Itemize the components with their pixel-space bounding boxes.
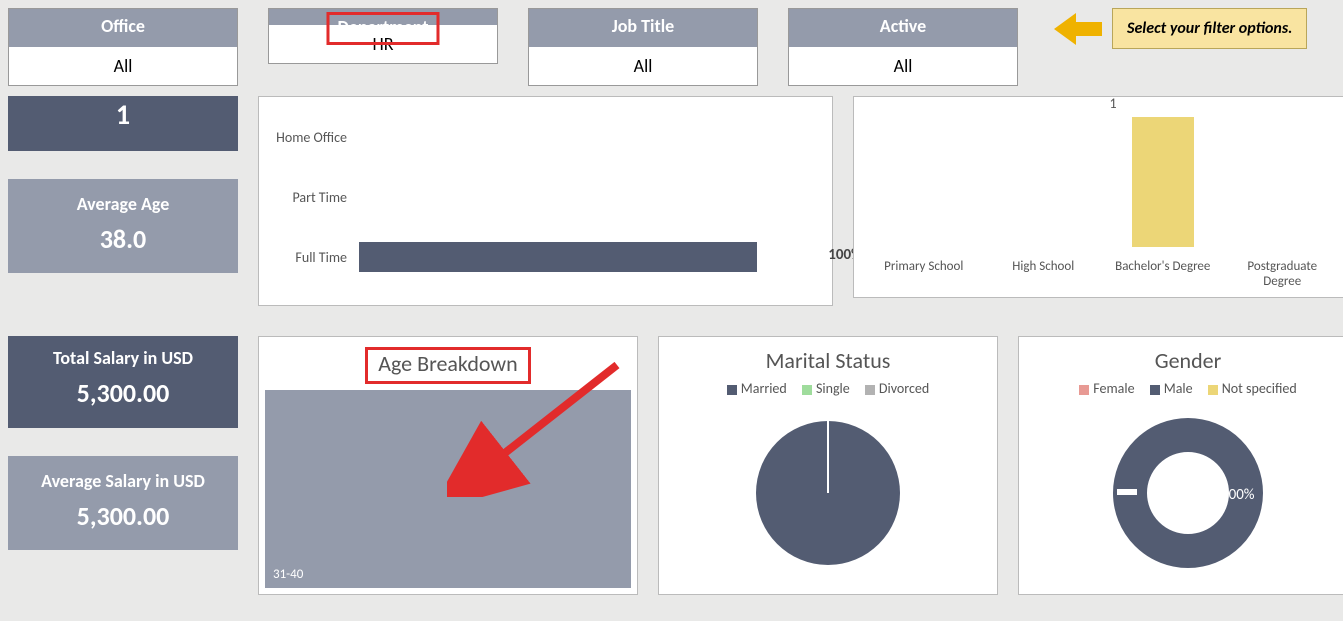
age-breakdown-title: Age Breakdown <box>259 337 637 390</box>
left-tiles-bottom: Total Salary in USD 5,300.00 Average Sal… <box>8 336 238 595</box>
gender-pct-label: 100% <box>1221 486 1255 504</box>
tile-avg-salary-label: Average Salary in USD <box>8 470 238 492</box>
filter-department-value: HR <box>269 25 497 63</box>
filter-jobtitle[interactable]: Job Title All <box>528 8 758 86</box>
tile-avg-salary: Average Salary in USD 5,300.00 <box>8 456 238 550</box>
tile-count: 1 <box>8 96 238 151</box>
filter-office[interactable]: Office All <box>8 8 238 86</box>
tile-count-value: 1 <box>9 97 237 132</box>
tile-avg-age-value: 38.0 <box>8 223 238 255</box>
legend-label: Not specified <box>1222 380 1297 397</box>
gender-title: Gender <box>1019 337 1343 380</box>
gender-legend: Female Male Not specified <box>1019 380 1343 397</box>
hint-text: Select your filter options. <box>1112 8 1307 49</box>
legend-label: Male <box>1164 380 1193 397</box>
tile-total-salary: Total Salary in USD 5,300.00 <box>8 336 238 428</box>
age-bucket-label: 31-40 <box>273 567 303 582</box>
legend-swatch-icon <box>802 385 812 395</box>
education-label: Postgraduate Degree <box>1232 259 1332 289</box>
education-label: High School <box>993 259 1093 289</box>
dashboard-row-1: 1 Average Age 38.0 Home Office Part Time… <box>0 86 1343 316</box>
legend-swatch-icon <box>1150 385 1160 395</box>
filter-active[interactable]: Active All <box>788 8 1018 86</box>
filter-row: Office All Department HR Job Title All A… <box>0 0 1343 86</box>
worktype-cat: Part Time <box>269 189 359 206</box>
tile-avg-age: Average Age 38.0 <box>8 179 238 273</box>
left-tiles-top: 1 Average Age 38.0 <box>8 96 238 301</box>
panel-education: 1 Primary School High School Bachelor's … <box>853 96 1343 298</box>
filter-department[interactable]: Department HR <box>268 8 498 64</box>
filter-office-value: All <box>9 47 237 85</box>
education-chart: 1 Primary School High School Bachelor's … <box>854 97 1343 297</box>
dashboard-row-2: Total Salary in USD 5,300.00 Average Sal… <box>0 316 1343 603</box>
legend-swatch-icon <box>1208 385 1218 395</box>
worktype-cat: Home Office <box>269 129 359 146</box>
gender-donut-chart: 100% <box>1103 405 1273 575</box>
legend-label: Female <box>1093 380 1134 397</box>
worktype-chart: Home Office Part Time Full Time 100% <box>259 97 832 305</box>
filter-office-label: Office <box>9 9 237 47</box>
legend-label: Single <box>816 380 850 397</box>
filter-jobtitle-value: All <box>529 47 757 85</box>
panel-age-breakdown: Age Breakdown 31-40 <box>258 336 638 595</box>
tile-total-salary-label: Total Salary in USD <box>9 347 237 369</box>
filter-active-label: Active <box>789 9 1017 47</box>
filter-jobtitle-label: Job Title <box>529 9 757 47</box>
panel-worktype: Home Office Part Time Full Time 100% <box>258 96 833 306</box>
worktype-row-part: Part Time <box>269 167 812 227</box>
tile-avg-age-label: Average Age <box>8 193 238 215</box>
hint-area: Select your filter options. <box>1054 8 1307 49</box>
panel-gender: Gender Female Male Not specified 100% <box>1018 336 1343 595</box>
filter-active-value: All <box>789 47 1017 85</box>
education-label: Bachelor's Degree <box>1113 259 1213 289</box>
arrow-left-icon <box>1054 14 1102 44</box>
legend-swatch-icon <box>1079 385 1089 395</box>
worktype-cat: Full Time <box>269 249 359 266</box>
education-label: Primary School <box>874 259 974 289</box>
legend-label: Divorced <box>879 380 929 397</box>
worktype-row-home: Home Office <box>269 107 812 167</box>
marital-title: Marital Status <box>659 337 997 380</box>
worktype-row-full: Full Time 100% <box>269 227 812 287</box>
tile-total-salary-value: 5,300.00 <box>9 377 237 409</box>
marital-legend: Married Single Divorced <box>659 380 997 397</box>
legend-label: Married <box>741 380 787 397</box>
education-bar <box>1132 117 1194 247</box>
tile-avg-salary-value: 5,300.00 <box>8 500 238 532</box>
annotation-age-title-highlight: Age Breakdown <box>365 347 530 384</box>
legend-swatch-icon <box>727 385 737 395</box>
legend-swatch-icon <box>865 385 875 395</box>
age-breakdown-body: 31-40 <box>265 390 631 588</box>
filter-department-label: Department <box>269 9 497 25</box>
panel-marital: Marital Status Married Single Divorced <box>658 336 998 595</box>
marital-pie-chart <box>743 405 913 575</box>
